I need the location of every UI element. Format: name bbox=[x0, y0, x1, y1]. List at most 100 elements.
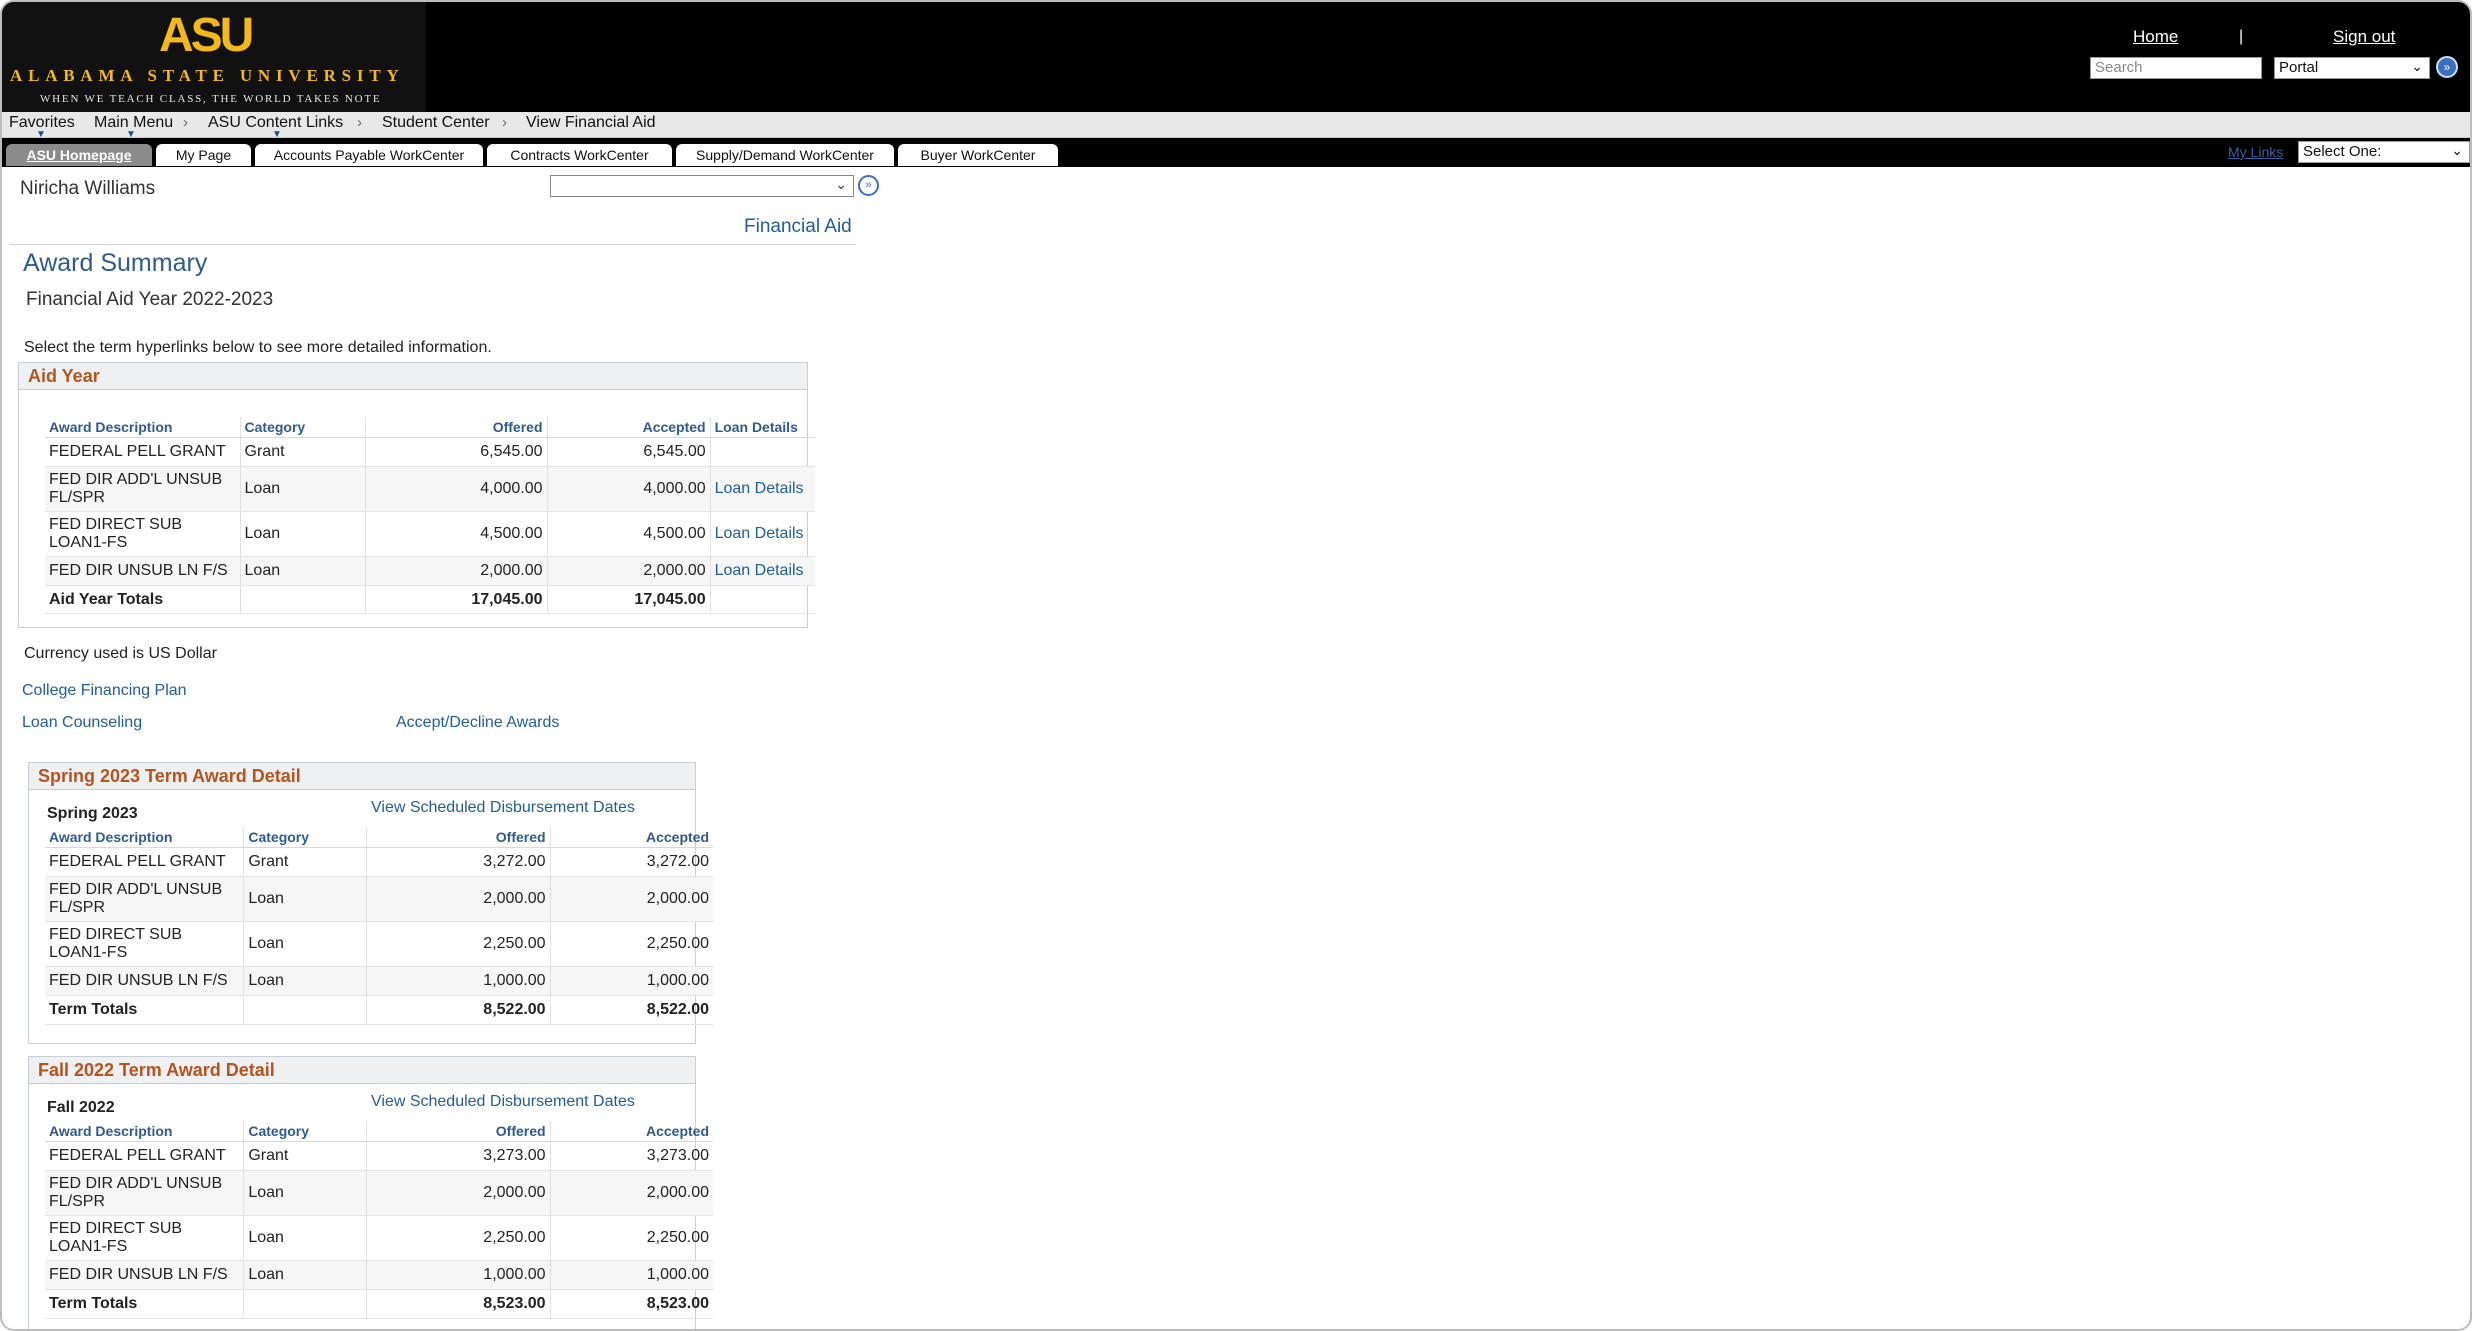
spring-term-table: Award Description Category Offered Accep… bbox=[45, 827, 713, 1025]
award-accepted: 2,000.00 bbox=[547, 556, 711, 586]
aid-year-group: Aid Year Award Description Category Offe… bbox=[18, 362, 815, 628]
totals-label: Aid Year Totals bbox=[45, 585, 241, 614]
award-accepted: 1,000.00 bbox=[550, 966, 713, 996]
loan-counseling-link[interactable]: Loan Counseling bbox=[22, 714, 142, 732]
breadcrumb-student-center[interactable]: Student Center bbox=[382, 114, 490, 132]
breadcrumb-separator-icon: › bbox=[502, 114, 507, 131]
college-financing-plan-link[interactable]: College Financing Plan bbox=[22, 682, 187, 700]
award-category: Loan bbox=[243, 1215, 367, 1261]
award-offered: 3,273.00 bbox=[366, 1141, 551, 1171]
breadcrumb-separator-icon: › bbox=[183, 114, 188, 131]
spring-disbursement-link[interactable]: View Scheduled Disbursement Dates bbox=[371, 799, 635, 817]
award-offered: 1,000.00 bbox=[366, 966, 551, 996]
financial-aid-link[interactable]: Financial Aid bbox=[744, 216, 852, 238]
table-row: FED DIRECT SUB LOAN1-FS Loan 2,250.00 2,… bbox=[45, 1215, 713, 1261]
col-loan-details: Loan Details bbox=[710, 417, 815, 438]
search-go-icon[interactable]: » bbox=[2436, 56, 2458, 78]
award-accepted: 2,000.00 bbox=[550, 1170, 713, 1216]
search-scope-select[interactable]: Portal ⌄ bbox=[2274, 57, 2430, 79]
loan-details-link[interactable]: Loan Details bbox=[710, 466, 815, 512]
award-description: FED DIR ADD'L UNSUB FL/SPR bbox=[45, 1170, 245, 1216]
navigation-dropdown[interactable]: ⌄ bbox=[550, 175, 854, 197]
award-accepted: 2,250.00 bbox=[550, 921, 713, 967]
award-description: FED DIR ADD'L UNSUB FL/SPR bbox=[45, 876, 245, 922]
award-accepted: 4,500.00 bbox=[547, 511, 711, 557]
search-input[interactable]: Search bbox=[2090, 57, 2262, 79]
navigation-go-icon[interactable]: » bbox=[858, 175, 879, 196]
table-header-row: Award Description Category Offered Accep… bbox=[45, 1121, 713, 1142]
award-description: FEDERAL PELL GRANT bbox=[45, 847, 245, 877]
table-row: FED DIR UNSUB LN F/S Loan 2,000.00 2,000… bbox=[45, 556, 815, 586]
col-offered: Offered bbox=[366, 827, 551, 848]
tab-asu-homepage[interactable]: ASU Homepage bbox=[6, 144, 152, 166]
loan-details-link[interactable]: Loan Details bbox=[710, 556, 815, 586]
university-logo[interactable]: ASU ALABAMA STATE UNIVERSITY WHEN WE TEA… bbox=[2, 2, 426, 112]
totals-label: Term Totals bbox=[45, 995, 245, 1025]
award-description: FED DIR ADD'L UNSUB FL/SPR bbox=[45, 466, 241, 512]
totals-label: Term Totals bbox=[45, 1289, 245, 1319]
logo-name: ALABAMA STATE UNIVERSITY bbox=[10, 66, 405, 85]
tab-supply-demand-workcenter[interactable]: Supply/Demand WorkCenter bbox=[676, 144, 894, 166]
aid-year-heading: Financial Aid Year 2022-2023 bbox=[26, 289, 274, 310]
totals-offered: 8,523.00 bbox=[366, 1289, 551, 1319]
award-description: FED DIRECT SUB LOAN1-FS bbox=[45, 1215, 245, 1261]
table-row: FED DIR ADD'L UNSUB FL/SPR Loan 2,000.00… bbox=[45, 1170, 713, 1216]
totals-loan bbox=[710, 585, 815, 614]
col-category: Category bbox=[240, 417, 367, 438]
table-row: FED DIR ADD'L UNSUB FL/SPR Loan 4,000.00… bbox=[45, 466, 815, 512]
student-name: Niricha Williams bbox=[20, 178, 156, 199]
loan-details-link[interactable]: Loan Details bbox=[710, 511, 815, 557]
col-award-description: Award Description bbox=[45, 417, 241, 438]
fall-term-title: Fall 2022 Term Award Detail bbox=[29, 1057, 695, 1084]
table-row: FED DIRECT SUB LOAN1-FS Loan 4,500.00 4,… bbox=[45, 511, 815, 557]
award-offered: 2,000.00 bbox=[366, 876, 551, 922]
aid-year-group-title: Aid Year bbox=[19, 363, 807, 390]
table-row: FEDERAL PELL GRANT Grant 6,545.00 6,545.… bbox=[45, 437, 815, 467]
totals-category bbox=[243, 995, 367, 1025]
chevron-down-icon: ⌄ bbox=[2451, 142, 2463, 158]
header-separator: | bbox=[2239, 28, 2244, 45]
table-row: FEDERAL PELL GRANT Grant 3,273.00 3,273.… bbox=[45, 1141, 713, 1171]
col-accepted: Accepted bbox=[550, 827, 713, 848]
currency-note: Currency used is US Dollar bbox=[24, 645, 217, 662]
award-category: Grant bbox=[243, 847, 367, 877]
col-accepted: Accepted bbox=[550, 1121, 713, 1142]
award-accepted: 1,000.00 bbox=[550, 1260, 713, 1290]
award-offered: 2,250.00 bbox=[366, 921, 551, 967]
tab-my-page[interactable]: My Page bbox=[156, 144, 251, 166]
award-category: Grant bbox=[243, 1141, 367, 1171]
tab-accounts-payable-workcenter[interactable]: Accounts Payable WorkCenter bbox=[255, 144, 483, 166]
my-links-label[interactable]: My Links bbox=[2228, 144, 2283, 160]
award-offered: 1,000.00 bbox=[366, 1260, 551, 1290]
chevron-down-icon: ⌄ bbox=[835, 176, 847, 192]
fall-term-label: Fall 2022 bbox=[47, 1099, 115, 1116]
award-offered: 4,500.00 bbox=[365, 511, 548, 557]
col-category: Category bbox=[243, 827, 367, 848]
award-category: Loan bbox=[240, 466, 367, 512]
award-offered: 4,000.00 bbox=[365, 466, 548, 512]
award-category: Loan bbox=[243, 1260, 367, 1290]
award-description: FEDERAL PELL GRANT bbox=[45, 1141, 245, 1171]
breadcrumb-view-financial-aid: View Financial Aid bbox=[526, 114, 656, 131]
totals-offered: 8,522.00 bbox=[366, 995, 551, 1025]
chevron-down-icon: ⌄ bbox=[2411, 58, 2423, 74]
award-offered: 3,272.00 bbox=[366, 847, 551, 877]
accept-decline-awards-link[interactable]: Accept/Decline Awards bbox=[396, 714, 559, 732]
award-accepted: 2,250.00 bbox=[550, 1215, 713, 1261]
table-row: FED DIR ADD'L UNSUB FL/SPR Loan 2,000.00… bbox=[45, 876, 713, 922]
award-category: Loan bbox=[240, 556, 367, 586]
browser-page: ASU ALABAMA STATE UNIVERSITY WHEN WE TEA… bbox=[0, 0, 2472, 1331]
breadcrumb-separator-icon: › bbox=[357, 114, 362, 131]
sign-out-link[interactable]: Sign out bbox=[2333, 27, 2395, 47]
table-row: FED DIRECT SUB LOAN1-FS Loan 2,250.00 2,… bbox=[45, 921, 713, 967]
fall-disbursement-link[interactable]: View Scheduled Disbursement Dates bbox=[371, 1093, 635, 1111]
award-category: Loan bbox=[243, 876, 367, 922]
my-links-select[interactable]: Select One: ⌄ bbox=[2298, 141, 2470, 163]
table-header-row: Award Description Category Offered Accep… bbox=[45, 827, 713, 848]
tab-contracts-workcenter[interactable]: Contracts WorkCenter bbox=[487, 144, 672, 166]
tab-buyer-workcenter[interactable]: Buyer WorkCenter bbox=[898, 144, 1058, 166]
award-offered: 6,545.00 bbox=[365, 437, 548, 467]
loan-details-cell bbox=[710, 437, 815, 467]
col-offered: Offered bbox=[366, 1121, 551, 1142]
home-link[interactable]: Home bbox=[2133, 27, 2178, 47]
